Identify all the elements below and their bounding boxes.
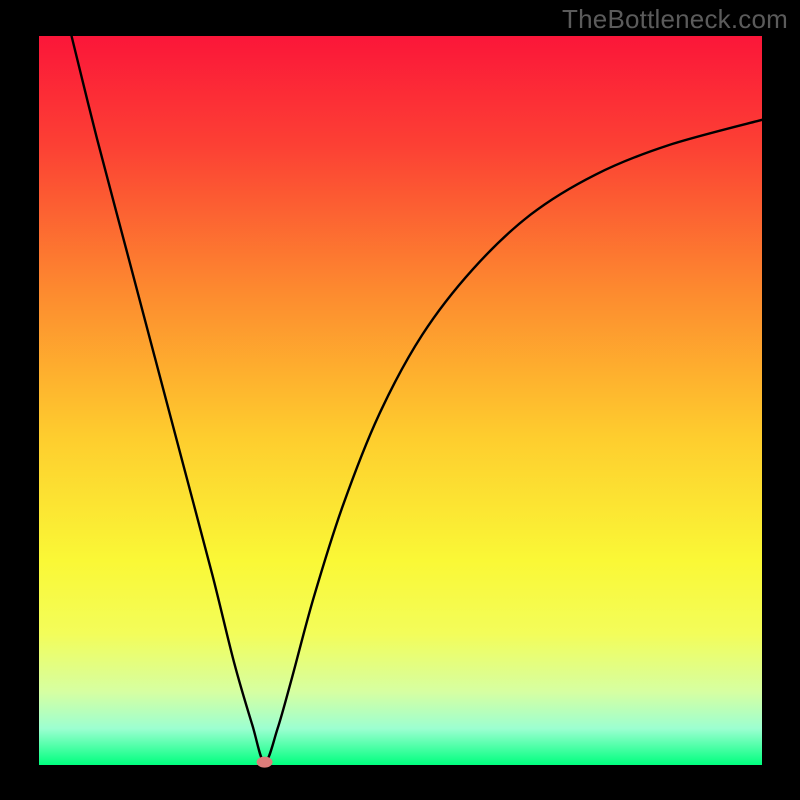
plot-background (39, 36, 762, 765)
chart-frame: { "watermark": "TheBottleneck.com", "cha… (0, 0, 800, 800)
minimum-marker (257, 757, 273, 768)
chart-svg (0, 0, 800, 800)
